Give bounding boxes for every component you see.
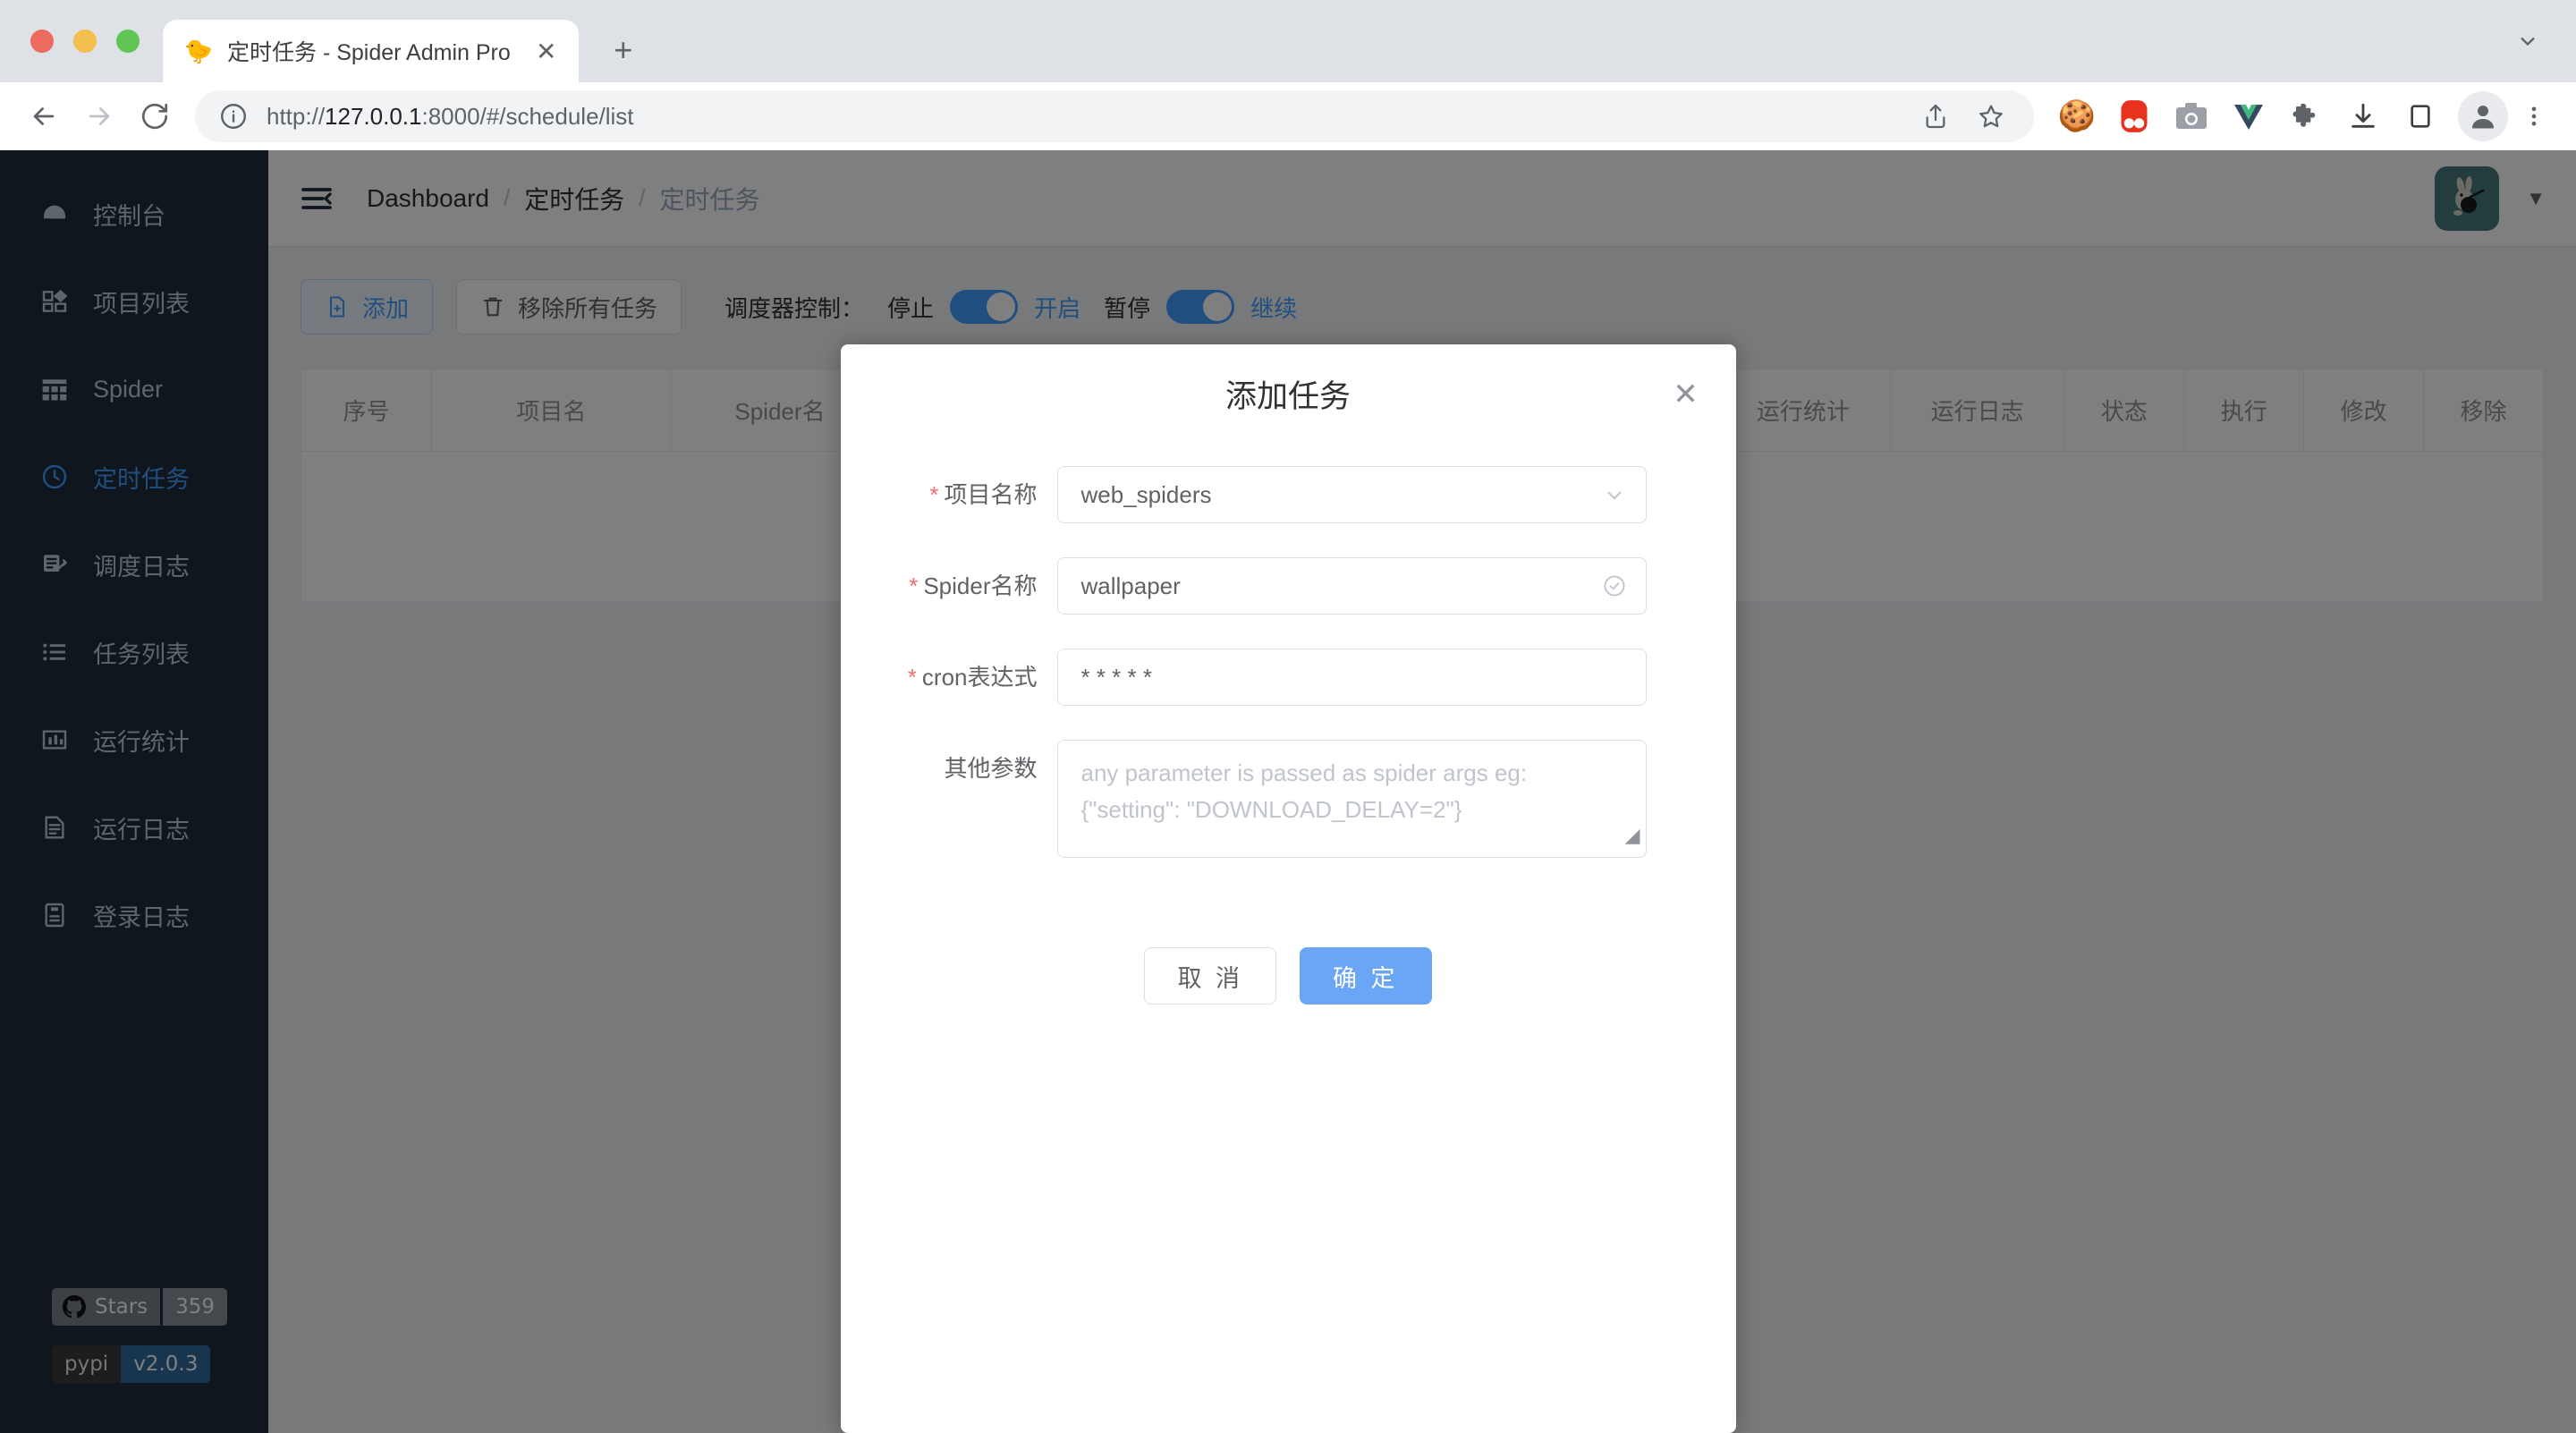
url-host: 127.0.0.1 bbox=[325, 102, 422, 130]
cron-label-text: cron表达式 bbox=[921, 664, 1038, 691]
downloads-icon[interactable] bbox=[2336, 89, 2390, 143]
project-name-select[interactable]: web_spiders bbox=[1056, 466, 1647, 523]
spider-name-control: wallpaper bbox=[1056, 557, 1647, 615]
maximize-window-button[interactable] bbox=[116, 30, 140, 53]
spider-name-select[interactable]: wallpaper bbox=[1056, 557, 1647, 615]
required-star: * bbox=[907, 664, 917, 691]
minimize-window-button[interactable] bbox=[73, 30, 97, 53]
form-row-spider: * Spider名称 wallpaper bbox=[882, 557, 1647, 615]
close-tab-button[interactable]: ✕ bbox=[527, 31, 566, 71]
cron-input[interactable]: * * * * * bbox=[1056, 649, 1647, 706]
other-args-label: 其他参数 bbox=[944, 755, 1038, 782]
tab-title: 定时任务 - Spider Admin Pro bbox=[227, 40, 511, 65]
spider-name-value: wallpaper bbox=[1080, 572, 1181, 599]
project-name-label-text: 项目名称 bbox=[944, 481, 1038, 508]
browser-window: 🐤 定时任务 - Spider Admin Pro ✕ + http://127… bbox=[0, 0, 2576, 1433]
other-args-placeholder: any parameter is passed as spider args e… bbox=[1080, 759, 1528, 823]
back-button[interactable] bbox=[16, 89, 72, 144]
spider-name-label: * Spider名称 bbox=[882, 557, 1057, 615]
share-icon[interactable] bbox=[1911, 91, 1961, 141]
screenshot-extension-icon[interactable] bbox=[2165, 89, 2218, 143]
dialog-body: * 项目名称 web_spiders * Spider名称 wallpaper … bbox=[841, 443, 1736, 858]
address-bar[interactable]: http://127.0.0.1:8000/#/schedule/list bbox=[195, 90, 2034, 142]
browser-tabstrip: 🐤 定时任务 - Spider Admin Pro ✕ + bbox=[0, 0, 2576, 82]
other-args-textarea[interactable]: any parameter is passed as spider args e… bbox=[1056, 740, 1647, 858]
confirm-button[interactable]: 确 定 bbox=[1300, 947, 1432, 1005]
puzzle-extensions-icon[interactable] bbox=[2279, 89, 2333, 143]
url-protocol: http:// bbox=[267, 102, 326, 130]
cron-label: * cron表达式 bbox=[882, 649, 1057, 706]
project-name-control: web_spiders bbox=[1056, 466, 1647, 523]
new-tab-button[interactable]: + bbox=[598, 25, 648, 75]
project-name-value: web_spiders bbox=[1080, 480, 1212, 508]
bookmark-star-icon[interactable] bbox=[1966, 91, 2016, 141]
browser-menu-icon[interactable] bbox=[2512, 91, 2556, 141]
browser-tab[interactable]: 🐤 定时任务 - Spider Admin Pro ✕ bbox=[163, 20, 579, 82]
chevron-down-icon[interactable] bbox=[2503, 16, 2553, 66]
add-task-dialog: 添加任务 ✕ * 项目名称 web_spiders * Spider名称 wal… bbox=[840, 344, 1736, 1433]
form-row-project: * 项目名称 web_spiders bbox=[882, 466, 1647, 523]
dialog-footer: 取 消 确 定 bbox=[841, 892, 1736, 1046]
form-row-args: 其他参数 any parameter is passed as spider a… bbox=[882, 740, 1647, 858]
chevron-down-icon[interactable] bbox=[1602, 466, 1627, 523]
extensions-row: 🍪 bbox=[2050, 89, 2556, 143]
url-text: http://127.0.0.1:8000/#/schedule/list bbox=[267, 103, 634, 131]
close-window-button[interactable] bbox=[30, 30, 54, 53]
required-star: * bbox=[929, 481, 939, 508]
cancel-button[interactable]: 取 消 bbox=[1144, 947, 1276, 1005]
resize-grip-icon[interactable]: ◢ bbox=[1625, 817, 1640, 853]
omnibox-actions bbox=[1911, 91, 2016, 141]
spider-name-label-text: Spider名称 bbox=[923, 572, 1038, 599]
cookie-extension-icon[interactable]: 🍪 bbox=[2050, 89, 2104, 143]
vue-devtools-extension-icon[interactable] bbox=[2222, 89, 2275, 143]
duck-icon: 🐤 bbox=[183, 38, 214, 64]
info-icon[interactable] bbox=[218, 101, 249, 131]
url-path: :8000/#/schedule/list bbox=[421, 102, 634, 130]
reload-button[interactable] bbox=[127, 89, 182, 144]
required-star: * bbox=[909, 572, 919, 599]
profile-avatar-icon[interactable] bbox=[2458, 91, 2508, 141]
check-circle-icon[interactable] bbox=[1602, 557, 1627, 615]
window-controls bbox=[0, 0, 163, 82]
dialog-title: 添加任务 bbox=[1224, 378, 1351, 414]
other-args-control: any parameter is passed as spider args e… bbox=[1056, 740, 1647, 858]
project-name-label: * 项目名称 bbox=[882, 466, 1057, 523]
form-row-cron: * cron表达式 * * * * * bbox=[882, 649, 1647, 706]
cron-value: * * * * * bbox=[1080, 663, 1153, 691]
side-panel-icon[interactable] bbox=[2394, 89, 2447, 143]
cron-control: * * * * * bbox=[1056, 649, 1647, 706]
dialog-header: 添加任务 ✕ bbox=[841, 344, 1736, 443]
red-extension-icon[interactable] bbox=[2107, 89, 2161, 143]
forward-button[interactable] bbox=[72, 89, 127, 144]
close-icon[interactable]: ✕ bbox=[1666, 375, 1706, 414]
browser-toolbar: http://127.0.0.1:8000/#/schedule/list 🍪 bbox=[0, 82, 2576, 150]
